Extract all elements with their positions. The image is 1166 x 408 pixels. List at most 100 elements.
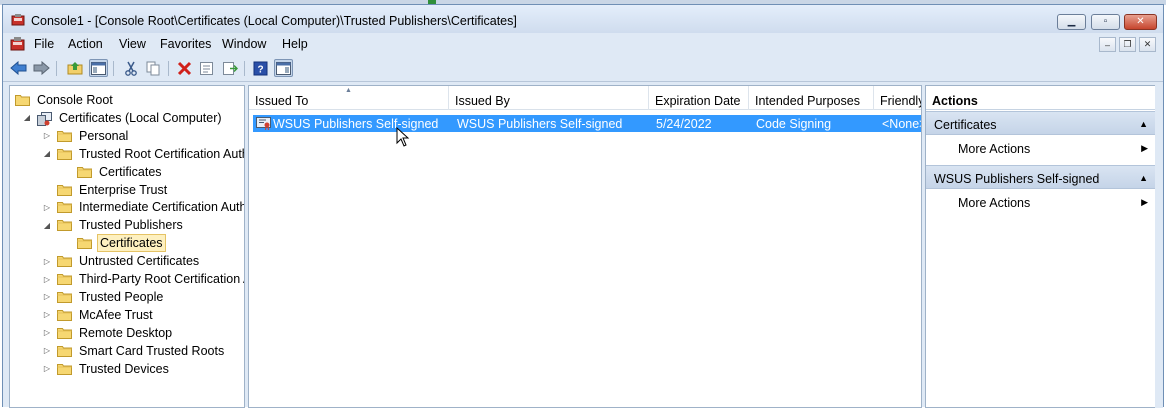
folder-icon <box>57 219 72 232</box>
certificates-snapin-icon <box>37 111 52 126</box>
export-list-button[interactable] <box>220 59 239 77</box>
collapsed-icon[interactable]: ▷ <box>42 328 52 338</box>
folder-icon <box>57 273 72 285</box>
up-one-level-button[interactable] <box>65 59 84 77</box>
svg-text:?: ? <box>257 64 263 75</box>
mouse-cursor-icon <box>396 127 410 147</box>
collapsed-icon[interactable]: ▷ <box>42 292 52 302</box>
up-folder-icon <box>67 62 82 75</box>
expanded-icon[interactable]: ◢ <box>42 220 52 230</box>
tree-item-label: Certificates (Local Computer) <box>59 110 222 125</box>
collapsed-icon[interactable]: ▷ <box>42 364 52 374</box>
menu-action[interactable]: Action <box>68 37 103 51</box>
close-button[interactable]: ✕ <box>1124 14 1157 30</box>
window-title: Console1 - [Console Root\Certificates (L… <box>31 14 517 28</box>
tree-item[interactable]: ▷ Third-Party Root Certification Authorit… <box>42 270 244 288</box>
tree-item[interactable]: ▷ McAfee Trust <box>42 306 155 324</box>
menu-file[interactable]: File <box>34 37 54 51</box>
tree-item[interactable]: ◢ Trusted Root Certification Authorities <box>42 145 244 163</box>
results-pane[interactable]: Issued To ▲ Issued By Expiration Date In… <box>248 85 922 408</box>
help-icon: ? <box>253 61 268 75</box>
folder-icon <box>57 184 72 196</box>
tree-item[interactable]: Console Root <box>15 91 115 109</box>
restore-icon: ▫ <box>1103 16 1108 27</box>
child-minimize-button[interactable]: – <box>1099 37 1116 52</box>
tree-item[interactable]: ▷ Intermediate Certification Authorities <box>42 198 244 216</box>
delete-button[interactable] <box>175 59 194 77</box>
more-actions-wsus-publishers[interactable]: More Actions ▶ <box>926 192 1156 212</box>
list-header: Issued To ▲ Issued By Expiration Date In… <box>249 86 921 110</box>
title-bar[interactable]: Console1 - [Console Root\Certificates (L… <box>3 5 1163 33</box>
copy-button[interactable] <box>144 59 163 77</box>
back-button[interactable] <box>9 59 28 77</box>
tree-item-label: Smart Card Trusted Roots <box>79 343 225 358</box>
collapsed-icon[interactable]: ▷ <box>42 274 52 284</box>
help-button[interactable]: ? <box>251 59 270 77</box>
folder-icon <box>57 148 72 160</box>
tree-item[interactable]: ▷ Remote Desktop <box>42 324 174 342</box>
collapsed-icon[interactable]: ▷ <box>42 202 52 212</box>
tree-item[interactable]: ▷ Personal <box>42 127 130 145</box>
tree-item-label: Remote Desktop <box>79 325 173 340</box>
collapsed-icon[interactable]: ▷ <box>42 310 52 320</box>
tree-item[interactable]: Enterprise Trust <box>42 181 169 199</box>
child-close-button[interactable]: ✕ <box>1139 37 1156 52</box>
forward-button[interactable] <box>32 59 51 77</box>
tree-item-label: Intermediate Certification Authorities <box>79 200 244 215</box>
collapsed-icon[interactable]: ▷ <box>42 346 52 356</box>
tree-item[interactable]: ▷ Trusted People <box>42 288 165 306</box>
properties-button[interactable] <box>197 59 216 77</box>
column-header-friendly-name[interactable]: Friendly Name <box>874 86 921 110</box>
tree-item[interactable]: ▷ Untrusted Certificates <box>42 252 201 270</box>
collapse-icon[interactable]: ▲ <box>1139 119 1148 129</box>
column-header-intended-purposes[interactable]: Intended Purposes <box>749 86 874 110</box>
tree-item[interactable]: Certificates <box>62 163 164 181</box>
folder-icon <box>57 255 72 268</box>
collapse-icon[interactable]: ▲ <box>1139 173 1148 183</box>
column-header-expiration-date[interactable]: Expiration Date <box>649 86 749 110</box>
menu-favorites[interactable]: Favorites <box>160 37 211 51</box>
maximize-button[interactable]: ▫ <box>1091 14 1120 30</box>
menu-help[interactable]: Help <box>282 37 308 51</box>
more-actions-certificates[interactable]: More Actions ▶ <box>926 138 1156 158</box>
console-tree-pane[interactable]: Console Root ◢ Certificates (Local Compute… <box>9 85 245 408</box>
more-actions-label: More Actions <box>958 196 1031 210</box>
actions-group-wsus-publishers[interactable]: WSUS Publishers Self-signed ▲ <box>926 165 1156 189</box>
actions-group-certificates[interactable]: Certificates ▲ <box>926 111 1156 135</box>
expanded-icon[interactable]: ◢ <box>42 149 52 159</box>
minimize-button[interactable]: ▁ <box>1057 14 1086 30</box>
tree-item[interactable]: ▷ Smart Card Trusted Roots <box>42 342 226 360</box>
tree-item[interactable]: Certificates <box>62 234 166 253</box>
export-list-icon <box>222 61 238 75</box>
column-header-issued-by[interactable]: Issued By <box>449 86 649 110</box>
cut-button[interactable] <box>121 59 140 77</box>
actions-title: Actions <box>926 86 1156 110</box>
close-icon: ✕ <box>1136 16 1145 27</box>
mmc-app-icon <box>11 14 25 26</box>
mmc-document-icon[interactable] <box>10 36 25 51</box>
menu-view[interactable]: View <box>119 37 146 51</box>
toolbar-separator <box>56 61 57 76</box>
tree-item-label: McAfee Trust <box>79 307 153 322</box>
menu-window[interactable]: Window <box>222 37 266 51</box>
tree-item[interactable]: ◢ Certificates (Local Computer) <box>22 109 224 127</box>
collapsed-icon[interactable]: ▷ <box>42 256 52 266</box>
cell-expiration-date: 5/24/2022 <box>656 117 712 131</box>
collapsed-icon[interactable]: ▷ <box>42 131 52 141</box>
show-hide-console-tree-button[interactable] <box>89 59 108 77</box>
back-arrow-icon <box>10 61 27 75</box>
table-row[interactable]: WSUS Publishers Self-signed WSUS Publish… <box>253 115 921 132</box>
child-restore-button[interactable]: ❐ <box>1119 37 1136 52</box>
properties-icon <box>200 61 213 75</box>
expanded-icon[interactable]: ◢ <box>22 113 32 123</box>
menu-bar: File Action View Favorites Window Help –… <box>3 33 1163 55</box>
folder-icon <box>57 130 72 142</box>
cut-icon <box>124 61 137 76</box>
tree-item-label: Certificates <box>99 164 162 179</box>
folder-icon <box>77 166 92 178</box>
tree-item[interactable]: ◢ Trusted Publishers <box>42 216 185 234</box>
toolbar-separator <box>168 61 169 76</box>
show-hide-action-pane-button[interactable] <box>274 59 293 77</box>
tree-item[interactable]: ▷ Trusted Devices <box>42 360 171 378</box>
